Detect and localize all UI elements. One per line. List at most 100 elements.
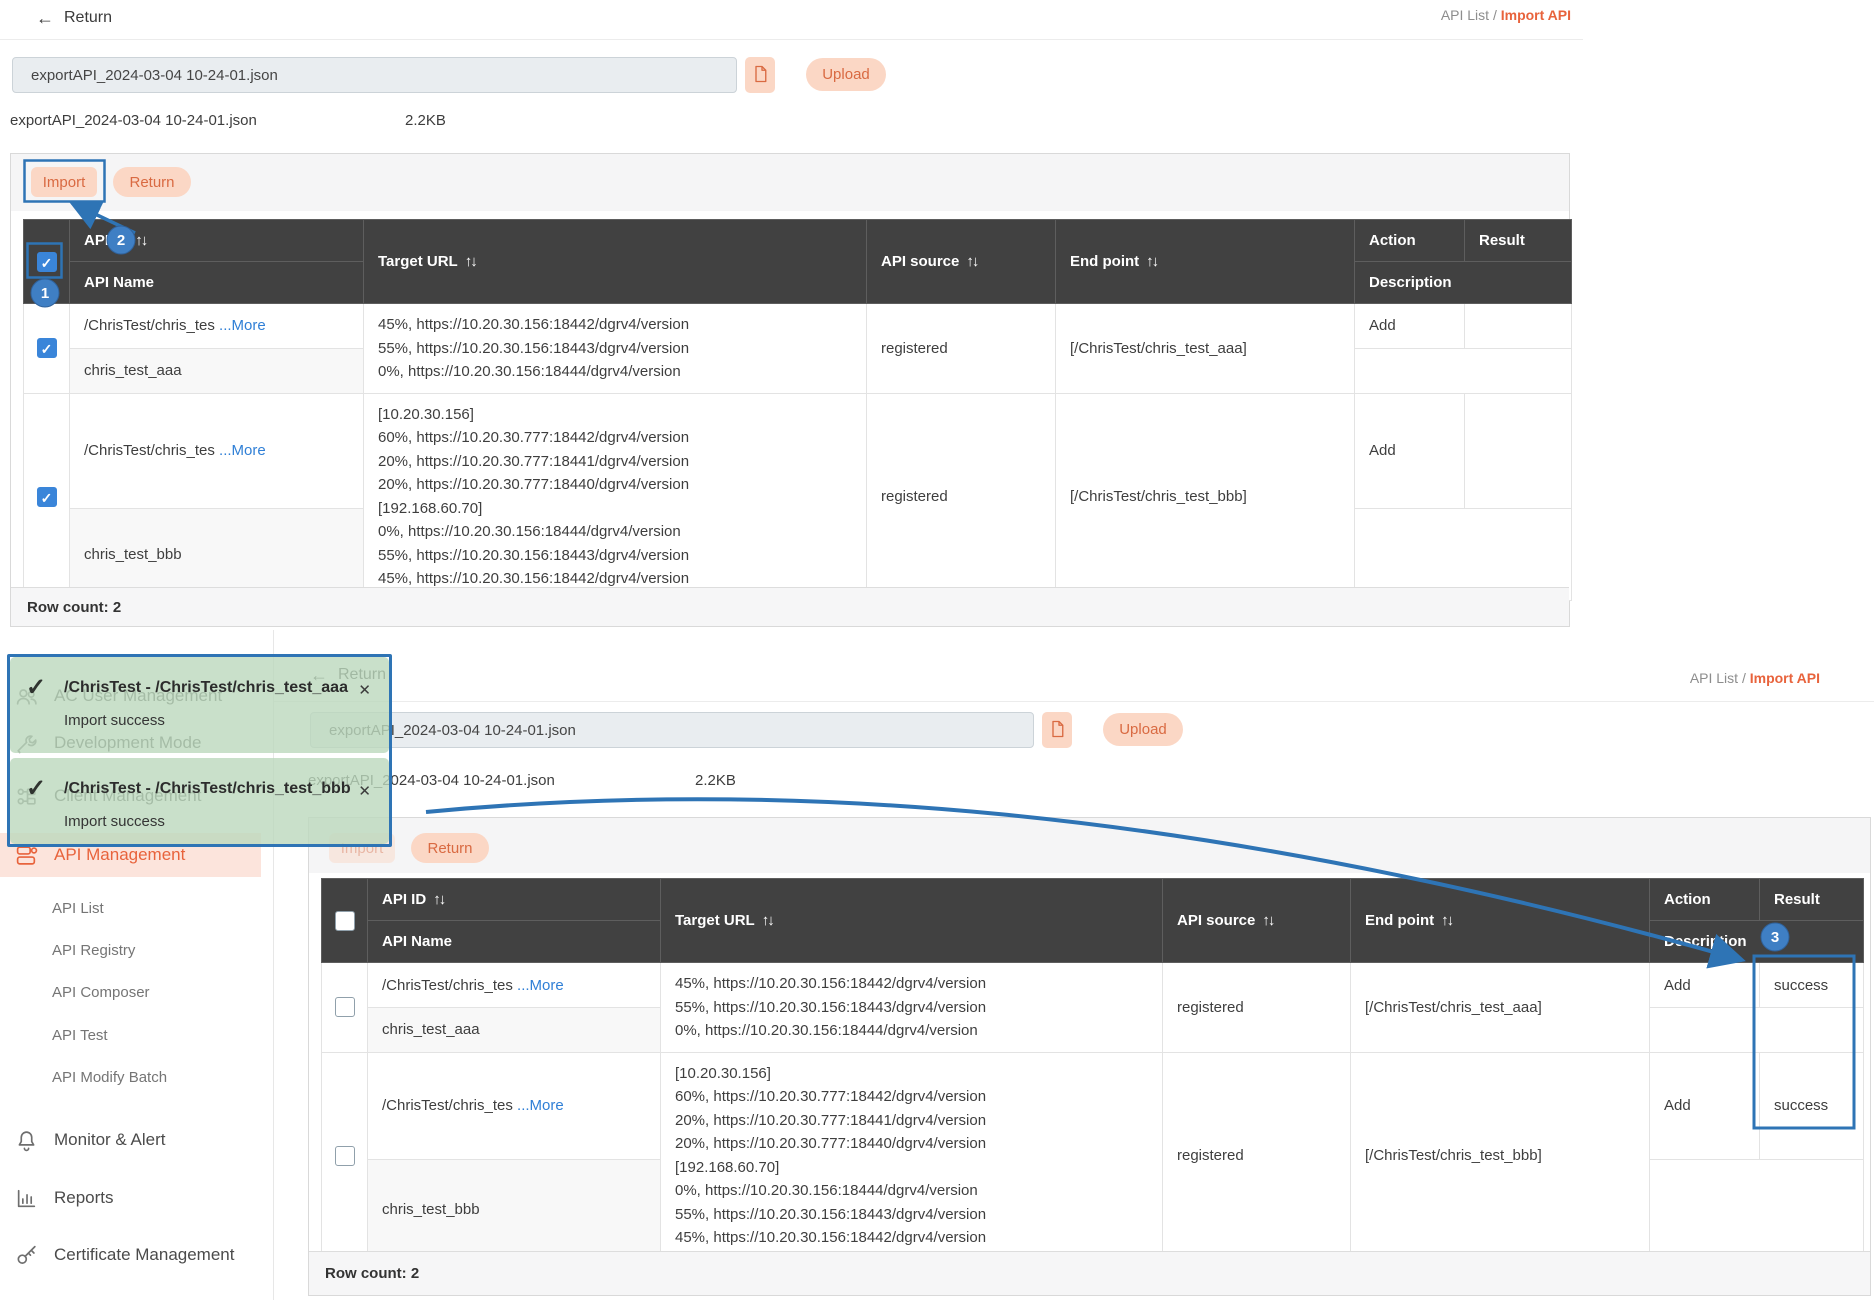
sidebar-item-api-list[interactable]: API List bbox=[52, 893, 104, 923]
row-checkbox[interactable] bbox=[335, 1146, 355, 1166]
api-id-cell: /ChrisTest/chris_tes ...More bbox=[368, 1052, 661, 1160]
sort-icon[interactable]: ↑↓ bbox=[433, 891, 444, 908]
sidebar-subitem-label: API Modify Batch bbox=[52, 1069, 167, 1086]
sidebar-subitem-label: API Test bbox=[52, 1027, 108, 1044]
col-target-url[interactable]: Target URL↑↓ bbox=[364, 220, 867, 304]
select-all-checkbox[interactable]: ✓ bbox=[37, 252, 57, 272]
sidebar-subitem-label: API Registry bbox=[52, 942, 135, 959]
sort-icon[interactable]: ↑↓ bbox=[966, 253, 977, 270]
sidebar-item-label: Reports bbox=[54, 1188, 114, 1208]
col-api-id[interactable]: API ID↑↓ bbox=[70, 220, 364, 262]
target-url-line: [192.168.60.70] bbox=[675, 1156, 1148, 1180]
api-source-cell: registered bbox=[1163, 1052, 1351, 1259]
col-api-source[interactable]: API source↑↓ bbox=[867, 220, 1056, 304]
target-url-cell: 45%, https://10.20.30.156:18442/dgrv4/ve… bbox=[661, 963, 1163, 1053]
result-cell: success bbox=[1760, 963, 1864, 1008]
sidebar-item-monitor-alert[interactable]: Monitor & Alert bbox=[0, 1120, 261, 1160]
return-link[interactable]: ← Return bbox=[36, 9, 112, 27]
sort-icon[interactable]: ↑↓ bbox=[1146, 253, 1157, 270]
target-url-line: 55%, https://10.20.30.156:18443/dgrv4/ve… bbox=[378, 544, 852, 568]
col-end-point[interactable]: End point↑↓ bbox=[1056, 220, 1355, 304]
toast-message: Import success bbox=[64, 712, 165, 729]
col-action: Action bbox=[1650, 879, 1760, 921]
sidebar-item-api-composer[interactable]: API Composer bbox=[52, 977, 150, 1007]
api-source-cell: registered bbox=[1163, 963, 1351, 1053]
upload-button[interactable]: Upload bbox=[806, 58, 886, 91]
sort-icon[interactable]: ↑↓ bbox=[762, 912, 773, 929]
sort-icon[interactable]: ↑↓ bbox=[1441, 912, 1452, 929]
sidebar-item-label: API Management bbox=[54, 845, 185, 865]
target-url-line: [192.168.60.70] bbox=[378, 497, 852, 521]
sidebar-item-partial[interactable] bbox=[0, 1290, 261, 1300]
sidebar-item-certificate-management[interactable]: Certificate Management bbox=[0, 1235, 261, 1275]
row-count: Row count: 2 bbox=[27, 599, 121, 616]
select-all-checkbox[interactable] bbox=[335, 911, 355, 931]
api-source-cell: registered bbox=[867, 304, 1056, 394]
toast-group-highlight: ✓ /ChrisTest - /ChrisTest/chris_test_aaa… bbox=[7, 654, 392, 847]
col-target-url[interactable]: Target URL↑↓ bbox=[661, 879, 1163, 963]
file-name-input[interactable] bbox=[12, 57, 737, 93]
close-icon[interactable]: ✕ bbox=[358, 681, 371, 699]
sidebar-item-api-modify-batch[interactable]: API Modify Batch bbox=[52, 1062, 167, 1092]
breadcrumb-api-list[interactable]: API List bbox=[1690, 670, 1738, 686]
return-button[interactable]: Return bbox=[113, 167, 191, 197]
target-url-cell: [10.20.30.156]60%, https://10.20.30.777:… bbox=[661, 1052, 1163, 1259]
row-select-cell: ✓ bbox=[24, 304, 70, 394]
table-row: ✓ /ChrisTest/chris_tes ...More [10.20.30… bbox=[24, 393, 1572, 508]
col-api-name: API Name bbox=[70, 262, 364, 304]
col-api-name: API Name bbox=[368, 921, 661, 963]
target-url-line: 0%, https://10.20.30.156:18444/dgrv4/ver… bbox=[378, 360, 852, 384]
breadcrumb-separator: / bbox=[1489, 7, 1501, 23]
success-check-icon: ✓ bbox=[26, 774, 46, 803]
toast-success-bbb: ✓ /ChrisTest - /ChrisTest/chris_test_bbb… bbox=[10, 758, 389, 844]
uploaded-file-size: 2.2KB bbox=[405, 112, 446, 129]
import-api-screen-before: ← Return API List / Import API Upload ex… bbox=[0, 0, 1583, 630]
breadcrumb-separator: / bbox=[1738, 670, 1750, 686]
target-url-line: 45%, https://10.20.30.156:18442/dgrv4/ve… bbox=[675, 1226, 1148, 1250]
sort-icon[interactable]: ↑↓ bbox=[1262, 912, 1273, 929]
action-cell: Add bbox=[1650, 963, 1760, 1008]
target-url-line: 45%, https://10.20.30.156:18442/dgrv4/ve… bbox=[675, 972, 1148, 996]
more-link[interactable]: ...More bbox=[219, 442, 266, 459]
end-point-cell: [/ChrisTest/chris_test_aaa] bbox=[1056, 304, 1355, 394]
col-api-source[interactable]: API source↑↓ bbox=[1163, 879, 1351, 963]
close-icon[interactable]: ✕ bbox=[358, 782, 371, 800]
upload-button[interactable]: Upload bbox=[1103, 713, 1183, 746]
more-link[interactable]: ...More bbox=[517, 977, 564, 994]
file-picker-button[interactable] bbox=[1042, 712, 1072, 748]
col-end-point[interactable]: End point↑↓ bbox=[1351, 879, 1650, 963]
more-link[interactable]: ...More bbox=[517, 1097, 564, 1114]
row-count: Row count: 2 bbox=[325, 1265, 419, 1282]
sort-icon[interactable]: ↑↓ bbox=[465, 253, 476, 270]
description-cell bbox=[1355, 348, 1572, 393]
end-point-cell: [/ChrisTest/chris_test_aaa] bbox=[1351, 963, 1650, 1053]
row-checkbox[interactable]: ✓ bbox=[37, 487, 57, 507]
file-name-input[interactable] bbox=[310, 712, 1034, 748]
success-check-icon: ✓ bbox=[26, 673, 46, 702]
target-url-line: 20%, https://10.20.30.777:18440/dgrv4/ve… bbox=[378, 473, 852, 497]
file-picker-button[interactable] bbox=[745, 57, 775, 93]
more-link[interactable]: ...More bbox=[219, 317, 266, 334]
target-url-cell: [10.20.30.156]60%, https://10.20.30.777:… bbox=[364, 393, 867, 600]
row-checkbox[interactable] bbox=[335, 997, 355, 1017]
api-source-cell: registered bbox=[867, 393, 1056, 600]
sort-icon[interactable]: ↑↓ bbox=[135, 232, 146, 249]
sidebar-item-reports[interactable]: Reports bbox=[0, 1178, 261, 1218]
bar-chart-icon bbox=[14, 1186, 38, 1210]
return-button[interactable]: Return bbox=[411, 833, 489, 863]
sidebar-subitem-label: API List bbox=[52, 900, 104, 917]
target-url-line: 20%, https://10.20.30.777:18440/dgrv4/ve… bbox=[675, 1132, 1148, 1156]
select-all-cell bbox=[322, 879, 368, 963]
sidebar-item-api-test[interactable]: API Test bbox=[52, 1020, 108, 1050]
breadcrumb-api-list[interactable]: API List bbox=[1441, 7, 1489, 23]
table-footer: Row count: 2 bbox=[11, 587, 1569, 626]
end-point-cell: [/ChrisTest/chris_test_bbb] bbox=[1351, 1052, 1650, 1259]
row-checkbox[interactable]: ✓ bbox=[37, 338, 57, 358]
target-url-line: 20%, https://10.20.30.777:18441/dgrv4/ve… bbox=[675, 1109, 1148, 1133]
target-url-line: [10.20.30.156] bbox=[675, 1062, 1148, 1086]
result-cell bbox=[1465, 393, 1572, 508]
import-button[interactable]: Import bbox=[31, 167, 97, 197]
description-cell bbox=[1650, 1160, 1864, 1259]
sidebar-item-api-registry[interactable]: API Registry bbox=[52, 935, 135, 965]
col-api-id[interactable]: API ID↑↓ bbox=[368, 879, 661, 921]
